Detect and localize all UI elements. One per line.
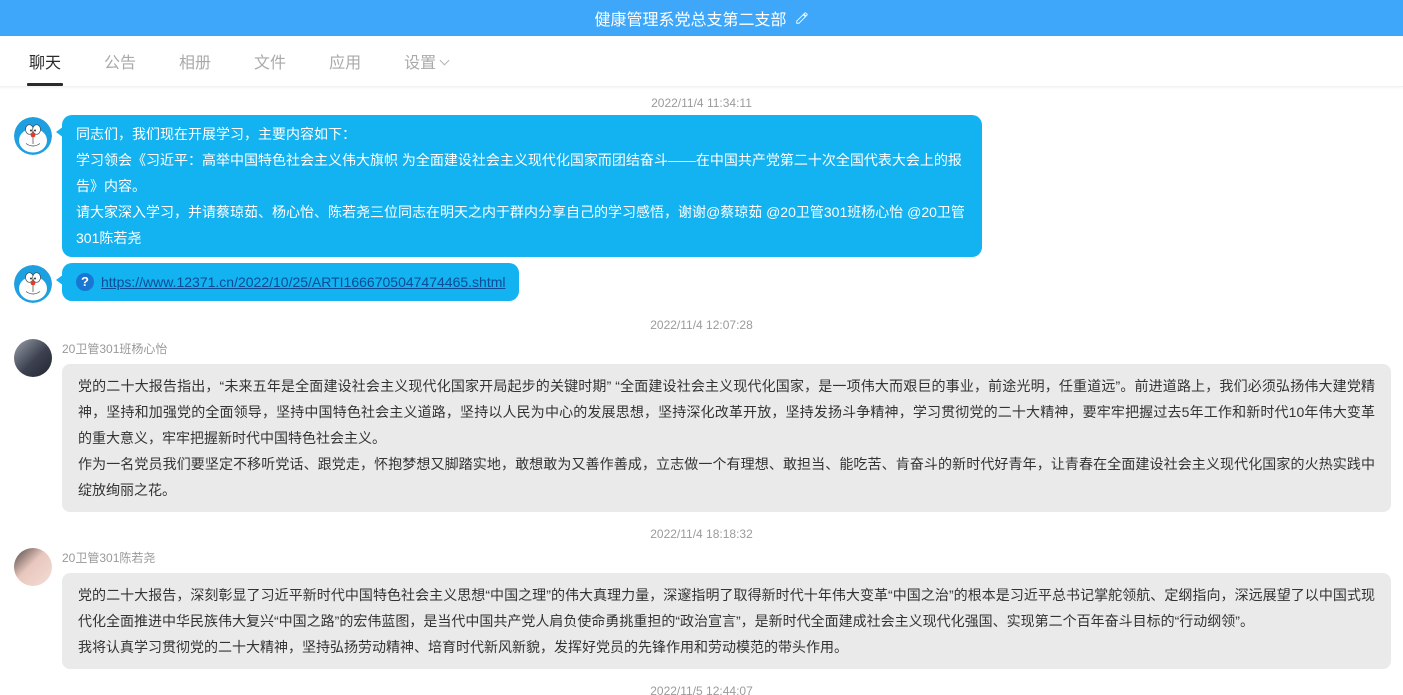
timestamp: 2022/11/4 12:07:28 — [12, 309, 1391, 337]
sender-name: 20卫管301陈若尧 — [62, 549, 1391, 566]
member-avatar[interactable] — [14, 548, 52, 586]
message-line: 我将认真学习贯彻党的二十大精神，坚持弘扬劳动精神、培育时代新风新貌，发挥好党员的… — [78, 634, 1375, 660]
member-avatar[interactable] — [14, 339, 52, 377]
tab-chat[interactable]: 聊天 — [14, 36, 76, 86]
message-row-admin-2: ? https://www.12371.cn/2022/10/25/ARTI16… — [12, 263, 1391, 303]
tab-settings[interactable]: 设置 — [389, 36, 465, 86]
message-line: 学习领会《习近平：高举中国特色社会主义伟大旗帜 为全面建设社会主义现代化国家而团… — [76, 147, 968, 199]
tab-announcement[interactable]: 公告 — [89, 36, 151, 86]
message-bubble: 党的二十大报告，深刻彰显了习近平新时代中国特色社会主义思想“中国之理”的伟大真理… — [62, 573, 1391, 669]
tab-album-label: 相册 — [179, 49, 211, 73]
chat-panel: 2022/11/4 11:34:11 同志们，我们现在开展学习，主要内容如下： … — [0, 87, 1403, 695]
message-link[interactable]: https://www.12371.cn/2022/10/25/ARTI1666… — [101, 269, 505, 295]
tab-files[interactable]: 文件 — [239, 36, 301, 86]
timestamp: 2022/11/5 12:44:07 — [12, 675, 1391, 695]
tab-settings-label: 设置 — [404, 49, 436, 73]
tab-album[interactable]: 相册 — [164, 36, 226, 86]
message-row-admin-1: 同志们，我们现在开展学习，主要内容如下： 学习领会《习近平：高举中国特色社会主义… — [12, 115, 1391, 257]
message-row-member-2: 20卫管301陈若尧 党的二十大报告，深刻彰显了习近平新时代中国特色社会主义思想… — [12, 546, 1391, 669]
tab-announcement-label: 公告 — [104, 49, 136, 73]
message-line: 请大家深入学习，并请蔡琼茹、杨心怡、陈若尧三位同志在明天之内于群内分享自己的学习… — [76, 199, 968, 251]
tab-bar: 聊天 公告 相册 文件 应用 设置 — [0, 36, 1403, 87]
tab-files-label: 文件 — [254, 49, 286, 73]
tab-apps[interactable]: 应用 — [314, 36, 376, 86]
message-bubble-link: ? https://www.12371.cn/2022/10/25/ARTI16… — [62, 263, 519, 301]
message-line: 同志们，我们现在开展学习，主要内容如下： — [76, 121, 968, 147]
chevron-down-icon — [440, 54, 450, 64]
header-bar: 健康管理系党总支第二支部 — [0, 0, 1403, 36]
sender-name: 20卫管301班杨心怡 — [62, 340, 1391, 357]
doraemon-avatar[interactable] — [14, 265, 52, 303]
doraemon-avatar[interactable] — [14, 117, 52, 155]
tab-chat-label: 聊天 — [29, 49, 61, 73]
message-bubble: 党的二十大报告指出，“未来五年是全面建设社会主义现代化国家开局起步的关键时期” … — [62, 364, 1391, 512]
timestamp: 2022/11/4 11:34:11 — [12, 87, 1391, 115]
message-bubble: 同志们，我们现在开展学习，主要内容如下： 学习领会《习近平：高举中国特色社会主义… — [62, 115, 982, 257]
message-row-member-1: 20卫管301班杨心怡 党的二十大报告指出，“未来五年是全面建设社会主义现代化国… — [12, 337, 1391, 512]
message-line: 作为一名党员我们要坚定不移听党话、跟党走，怀抱梦想又脚踏实地，敢想敢为又善作善成… — [78, 451, 1375, 503]
tab-apps-label: 应用 — [329, 49, 361, 73]
question-mark-icon: ? — [76, 273, 94, 291]
message-line: 党的二十大报告指出，“未来五年是全面建设社会主义现代化国家开局起步的关键时期” … — [78, 373, 1375, 451]
edit-title-icon[interactable] — [795, 11, 809, 25]
message-line: 党的二十大报告，深刻彰显了习近平新时代中国特色社会主义思想“中国之理”的伟大真理… — [78, 582, 1375, 634]
timestamp: 2022/11/4 18:18:32 — [12, 518, 1391, 546]
group-title: 健康管理系党总支第二支部 — [594, 6, 786, 30]
